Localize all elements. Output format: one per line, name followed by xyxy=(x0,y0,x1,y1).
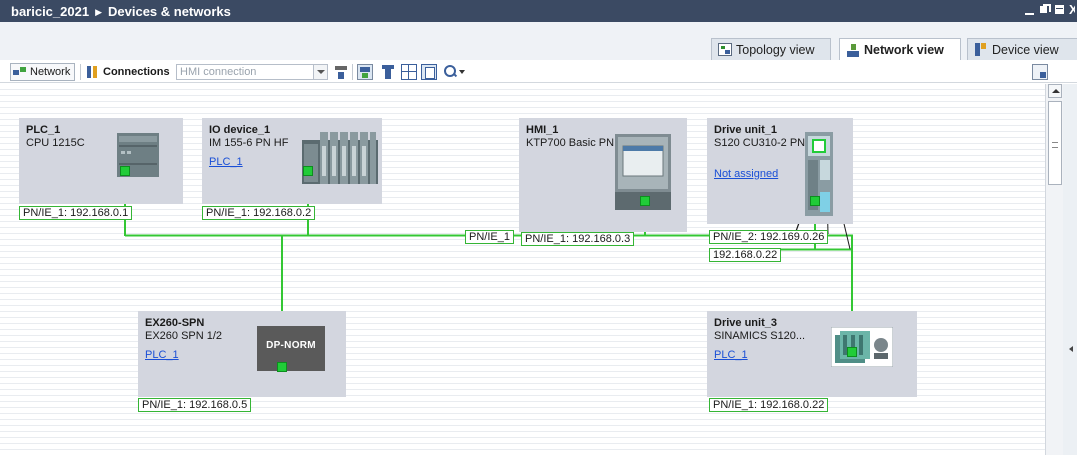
device-io-device-1[interactable]: IO device_1 IM 155-6 PN HF PLC_1 xyxy=(202,118,382,204)
device-type: EX260 SPN 1/2 xyxy=(145,330,223,342)
scroll-thumb[interactable] xyxy=(1048,101,1062,185)
breadcrumb-section: Devices & networks xyxy=(108,4,231,19)
connections-mode-button[interactable]: Connections xyxy=(86,63,170,81)
subnet-label[interactable]: PN/IE_1 xyxy=(465,230,514,244)
io-controller-link[interactable]: Not assigned xyxy=(714,168,805,181)
connection-type-select[interactable]: HMI connection xyxy=(176,64,328,80)
ip-address-label[interactable]: PN/IE_1: 192.168.0.3 xyxy=(521,232,635,246)
device-name: EX260-SPN xyxy=(145,317,205,329)
toggle-overview-panel-icon[interactable] xyxy=(1032,64,1048,80)
connections-mode-label: Connections xyxy=(103,66,170,78)
window-controls: X xyxy=(1024,3,1075,17)
device-info: HMI_1 KTP700 Basic PN xyxy=(526,124,614,150)
tab-device-view-label: Device view xyxy=(992,42,1059,57)
breadcrumb-project[interactable]: baricic_2021 xyxy=(11,4,89,19)
zoom-dropdown-icon[interactable] xyxy=(459,64,467,80)
sinamics-drive-icon xyxy=(831,327,893,367)
device-hmi-1[interactable]: HMI_1 KTP700 Basic PN xyxy=(519,118,687,232)
device-info: Drive unit_1 S120 CU310-2 PN Not assigne… xyxy=(714,124,805,181)
zoom-icon[interactable] xyxy=(443,64,459,80)
device-type: KTP700 Basic PN xyxy=(526,137,615,149)
device-name: IO device_1 xyxy=(209,124,271,136)
profinet-port[interactable] xyxy=(120,166,130,176)
breadcrumb-separator-icon: ▶ xyxy=(95,7,102,17)
profinet-port[interactable] xyxy=(303,166,313,176)
page-break-icon[interactable] xyxy=(421,64,437,80)
device-drive-unit-1[interactable]: Drive unit_1 S120 CU310-2 PN Not assigne… xyxy=(707,118,853,224)
device-type: IM 155-6 PN HF xyxy=(209,137,289,149)
ip-address-label[interactable]: PN/IE_1: 192.168.0.5 xyxy=(138,398,252,412)
device-type: SINAMICS S120... xyxy=(714,330,806,342)
toolbar-divider xyxy=(80,64,81,80)
tab-topology-view-label: Topology view xyxy=(736,42,815,57)
io-system-icon[interactable] xyxy=(380,64,396,80)
show-address-icon[interactable] xyxy=(333,64,349,80)
network-view-icon xyxy=(846,43,860,57)
tab-topology-view[interactable]: Topology view xyxy=(711,38,831,60)
profinet-port[interactable] xyxy=(277,362,287,372)
chevron-down-icon[interactable] xyxy=(313,65,327,79)
scroll-up-icon[interactable] xyxy=(1048,84,1062,98)
collapsed-side-panel xyxy=(1063,84,1077,455)
ip-address-label[interactable]: PN/IE_1: 192.168.0.22 xyxy=(709,398,829,412)
tab-network-view-label: Network view xyxy=(864,43,944,57)
device-ex260-spn[interactable]: EX260-SPN EX260 SPN 1/2 PLC_1 DP-NORM xyxy=(138,311,346,397)
device-plc-1[interactable]: PLC_1 CPU 1215C xyxy=(19,118,183,204)
breadcrumb: baricic_2021 ▶ Devices & networks xyxy=(11,4,231,19)
device-drive-unit-3[interactable]: Drive unit_3 SINAMICS S120... PLC_1 xyxy=(707,311,917,397)
network-icon xyxy=(13,66,27,78)
device-name: Drive unit_3 xyxy=(714,317,777,329)
ex260-module-icon: DP-NORM xyxy=(257,326,325,371)
device-name: Drive unit_1 xyxy=(714,124,777,136)
device-info: EX260-SPN EX260 SPN 1/2 PLC_1 xyxy=(145,317,222,362)
grid-icon[interactable] xyxy=(401,64,417,80)
device-name: PLC_1 xyxy=(26,124,61,136)
network-overview-icon[interactable] xyxy=(357,64,373,80)
expand-panel-icon[interactable] xyxy=(1069,346,1073,352)
device-info: Drive unit_3 SINAMICS S120... PLC_1 xyxy=(714,317,805,362)
network-mode-label: Network xyxy=(30,66,71,78)
profinet-port[interactable] xyxy=(847,347,857,357)
device-info: IO device_1 IM 155-6 PN HF PLC_1 xyxy=(209,124,288,169)
io-controller-link[interactable]: PLC_1 xyxy=(145,349,222,362)
toolbar-divider xyxy=(352,64,353,80)
connections-icon xyxy=(86,66,100,78)
connection-type-value: HMI connection xyxy=(180,66,257,78)
network-toolbar: Network Connections HMI connection xyxy=(0,60,1077,83)
minimize-icon[interactable] xyxy=(1024,3,1035,17)
maximize-icon[interactable] xyxy=(1054,3,1065,17)
device-name: HMI_1 xyxy=(526,124,559,136)
device-info: PLC_1 CPU 1215C xyxy=(26,124,85,150)
float-window-icon[interactable] xyxy=(1039,3,1051,17)
ip-address-label[interactable]: PN/IE_1: 192.168.0.1 xyxy=(19,206,133,220)
close-icon[interactable]: X xyxy=(1069,3,1075,17)
ex260-module-label: DP-NORM xyxy=(266,340,316,351)
tab-device-view[interactable]: Device view xyxy=(967,38,1077,60)
ip-address-label-secondary[interactable]: 192.168.0.22 xyxy=(709,248,782,262)
device-view-icon xyxy=(974,43,988,56)
ip-address-label[interactable]: PN/IE_1: 192.168.0.2 xyxy=(202,206,316,220)
tab-network-view[interactable]: Network view xyxy=(839,38,961,61)
topology-view-icon xyxy=(718,43,732,56)
device-type: S120 CU310-2 PN xyxy=(714,137,806,149)
canvas-vertical-scrollbar[interactable] xyxy=(1045,84,1063,455)
view-tabs: Topology view Network view Device view xyxy=(0,22,1077,61)
profinet-port[interactable] xyxy=(810,196,820,206)
io-module-hardware-icon xyxy=(302,132,378,184)
device-type: CPU 1215C xyxy=(26,137,85,149)
io-controller-link[interactable]: PLC_1 xyxy=(714,349,805,362)
io-controller-link[interactable]: PLC_1 xyxy=(209,156,288,169)
profinet-port[interactable] xyxy=(640,196,650,206)
ip-address-label[interactable]: PN/IE_2: 192.169.0.26 xyxy=(709,230,829,244)
network-mode-button[interactable]: Network xyxy=(10,63,76,81)
editor-title-bar: baricic_2021 ▶ Devices & networks X xyxy=(0,0,1077,22)
network-canvas[interactable]: PN/IE_1 PLC_1 CPU 1215C PN/IE_1: 192.168… xyxy=(0,84,1045,455)
